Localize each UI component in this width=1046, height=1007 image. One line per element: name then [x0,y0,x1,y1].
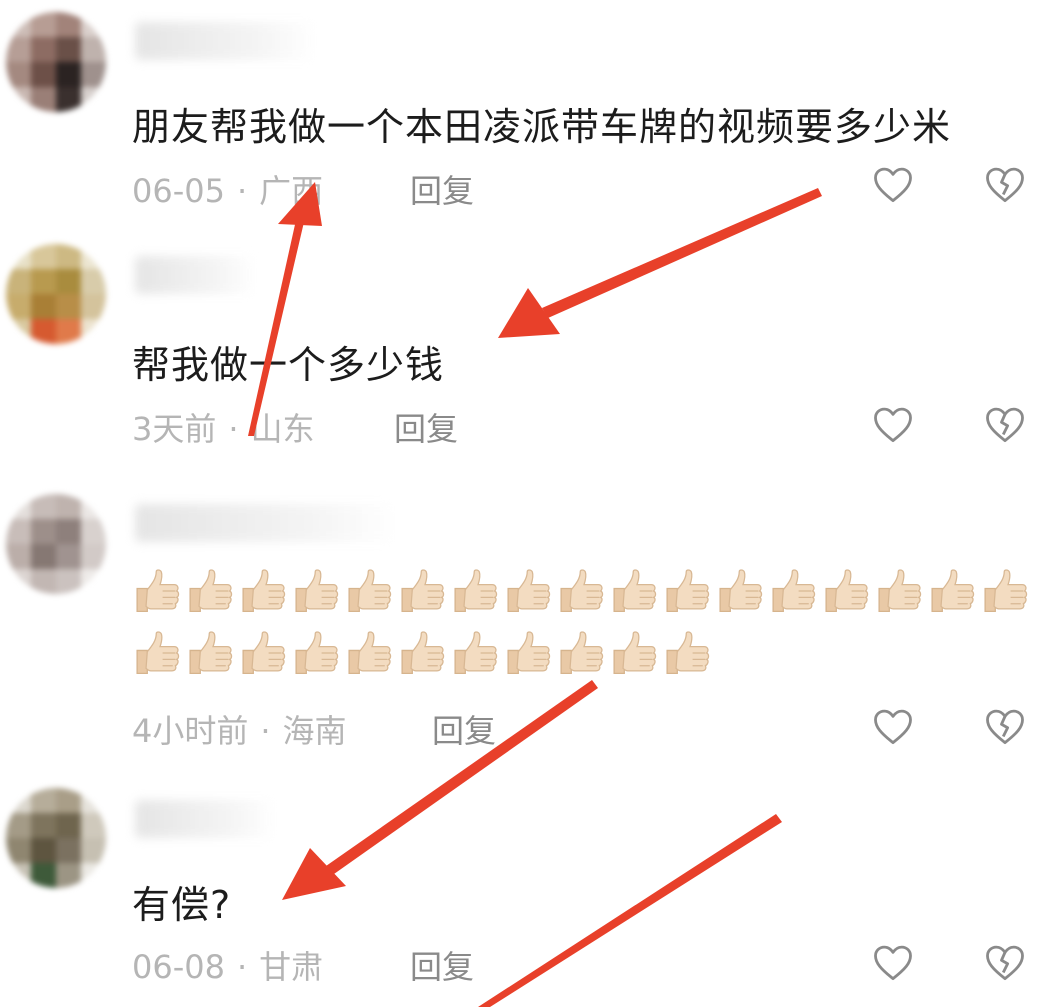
thumbs-up-icon [454,569,498,613]
thumbs-up-icon [878,569,922,613]
comment-meta: 3天前 · 山东 [132,404,315,450]
thumbs-up-icon [560,631,604,675]
avatar[interactable] [6,788,106,888]
comment-item: 有偿? 06-08 · 甘肃 回复 [0,780,1046,1007]
thumbs-up-icon [931,569,975,613]
comment-meta: 06-05 · 广西 [132,166,323,212]
thumbs-up-icon [348,569,392,613]
username[interactable] [135,800,275,838]
thumbs-up-emoji-row [132,630,713,676]
comment-text: 朋友帮我做一个本田凌派带车牌的视频要多少米 [132,105,952,149]
thumbs-up-icon [189,569,233,613]
reply-button[interactable]: 回复 [410,166,474,212]
broken-heart-icon[interactable] [984,706,1026,746]
thumbs-up-icon [136,569,180,613]
thumbs-up-icon [348,631,392,675]
heart-outline-icon[interactable] [872,942,914,982]
username[interactable] [135,22,315,60]
comment-item: 帮我做一个多少钱 3天前 · 山东 回复 [0,230,1046,480]
thumbs-up-emoji-row [132,568,1031,614]
thumbs-up-icon [719,569,763,613]
thumbs-up-icon [772,569,816,613]
broken-heart-icon[interactable] [984,942,1026,982]
thumbs-up-icon [242,631,286,675]
avatar[interactable] [6,494,106,594]
thumbs-up-icon [295,569,339,613]
separator-dot: · [228,410,239,448]
heart-outline-icon[interactable] [872,404,914,444]
reply-button[interactable]: 回复 [394,404,458,450]
thumbs-up-icon [295,631,339,675]
reply-button[interactable]: 回复 [432,706,496,752]
comment-time: 06-08 [132,948,225,986]
broken-heart-icon[interactable] [984,404,1026,444]
comment-location: 广西 [259,172,324,210]
thumbs-up-icon [560,569,604,613]
comment-location: 山东 [250,410,315,448]
thumbs-up-icon [189,631,233,675]
thumbs-up-icon [507,569,551,613]
separator-dot: · [236,172,248,210]
comment-location: 甘肃 [259,948,324,986]
comment-meta: 06-08 · 甘肃 [132,942,323,988]
comment-location: 海南 [282,712,347,750]
thumbs-up-icon [401,631,445,675]
thumbs-up-icon [825,569,869,613]
avatar[interactable] [6,12,106,112]
comment-text: 有偿? [132,883,232,927]
comment-item: 4小时前 · 海南 回复 [0,480,1046,780]
comment-time: 4小时前 [132,712,249,750]
comment-text: 帮我做一个多少钱 [132,343,445,387]
username[interactable] [135,504,395,542]
comment-item: 朋友帮我做一个本田凌派带车牌的视频要多少米 06-05 · 广西 回复 [0,0,1046,230]
thumbs-up-icon [136,631,180,675]
thumbs-up-icon [613,631,657,675]
separator-dot: · [236,948,248,986]
thumbs-up-icon [613,569,657,613]
broken-heart-icon[interactable] [984,164,1026,204]
reply-button[interactable]: 回复 [410,942,474,988]
heart-outline-icon[interactable] [872,164,914,204]
thumbs-up-icon [666,631,710,675]
comment-time: 06-05 [132,172,225,210]
thumbs-up-icon [401,569,445,613]
thumbs-up-icon [666,569,710,613]
comment-meta: 4小时前 · 海南 [132,706,347,752]
heart-outline-icon[interactable] [872,706,914,746]
avatar[interactable] [6,244,106,344]
thumbs-up-icon [984,569,1028,613]
thumbs-up-icon [507,631,551,675]
separator-dot: · [260,712,271,750]
thumbs-up-icon [242,569,286,613]
username[interactable] [135,256,255,294]
comment-time: 3天前 [132,410,217,448]
thumbs-up-icon [454,631,498,675]
